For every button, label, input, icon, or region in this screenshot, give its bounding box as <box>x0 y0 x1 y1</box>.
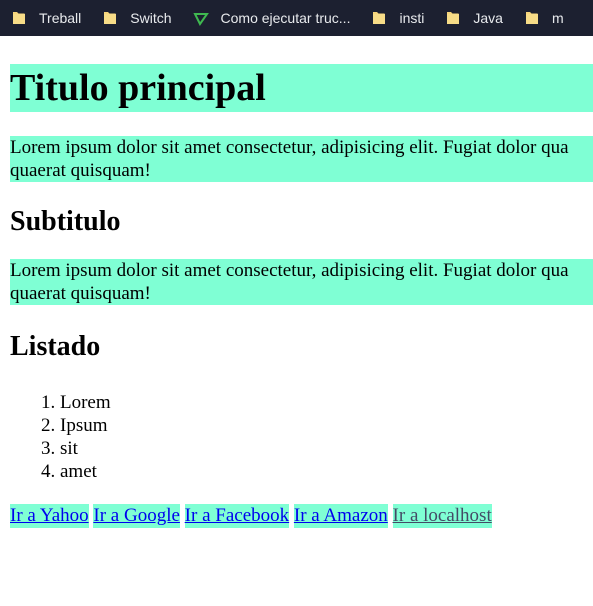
bookmark-label: Treball <box>39 10 82 26</box>
bookmark-insti[interactable]: insti <box>360 4 434 32</box>
paragraph-1-line-1: Lorem ipsum dolor sit amet consectetur, … <box>10 137 569 158</box>
link-facebook[interactable]: Ir a Facebook <box>184 504 290 528</box>
paragraph-2: Lorem ipsum dolor sit amet consectetur, … <box>10 259 593 305</box>
link-amazon[interactable]: Ir a Amazon <box>293 504 388 528</box>
bookmark-label: insti <box>399 10 425 26</box>
page-title: Titulo principal <box>10 64 593 112</box>
bookmark-label: Switch <box>130 10 172 26</box>
paragraph-2-line-2: quaerat quisquam! <box>10 283 151 304</box>
bookmark-como-ejecutar[interactable]: Como ejecutar truc... <box>182 4 361 32</box>
folder-icon <box>524 10 540 26</box>
paragraph-2-line-1: Lorem ipsum dolor sit amet consectetur, … <box>10 260 569 281</box>
link-localhost[interactable]: Ir a localhost <box>392 504 492 528</box>
bookmark-treball[interactable]: Treball <box>0 4 91 32</box>
list-item: amet <box>60 460 593 483</box>
list-item: sit <box>60 437 593 460</box>
list-item: Lorem <box>60 391 593 414</box>
bookmark-label: m <box>551 10 564 26</box>
paragraph-1: Lorem ipsum dolor sit amet consectetur, … <box>10 136 593 182</box>
bookmark-java[interactable]: Java <box>434 4 513 32</box>
ordered-list: Lorem Ipsum sit amet <box>10 391 593 483</box>
list-heading: Listado <box>10 331 101 362</box>
link-yahoo[interactable]: Ir a Yahoo <box>10 504 89 528</box>
bookmark-switch[interactable]: Switch <box>91 4 181 32</box>
page-content: Titulo principal Lorem ipsum dolor sit a… <box>0 64 593 528</box>
list-item: Ipsum <box>60 414 593 437</box>
links-row: Ir a Yahoo Ir a Google Ir a Facebook Ir … <box>10 504 593 528</box>
paragraph-1-line-2: quaerat quisquam! <box>10 160 151 181</box>
bookmark-label: Java <box>473 10 503 26</box>
subtitle: Subtitulo <box>10 206 121 237</box>
bookmarks-bar: Treball Switch Como ejecutar truc... ins… <box>0 0 593 36</box>
folder-icon <box>445 10 461 26</box>
folder-icon <box>371 10 387 26</box>
bookmark-label: Como ejecutar truc... <box>220 10 351 26</box>
page-viewport: Titulo principal Lorem ipsum dolor sit a… <box>0 36 593 606</box>
link-google[interactable]: Ir a Google <box>93 504 180 528</box>
folder-icon <box>102 10 118 26</box>
bookmark-m[interactable]: m <box>513 4 574 32</box>
green-triangle-icon <box>192 10 209 26</box>
folder-icon <box>11 10 27 26</box>
